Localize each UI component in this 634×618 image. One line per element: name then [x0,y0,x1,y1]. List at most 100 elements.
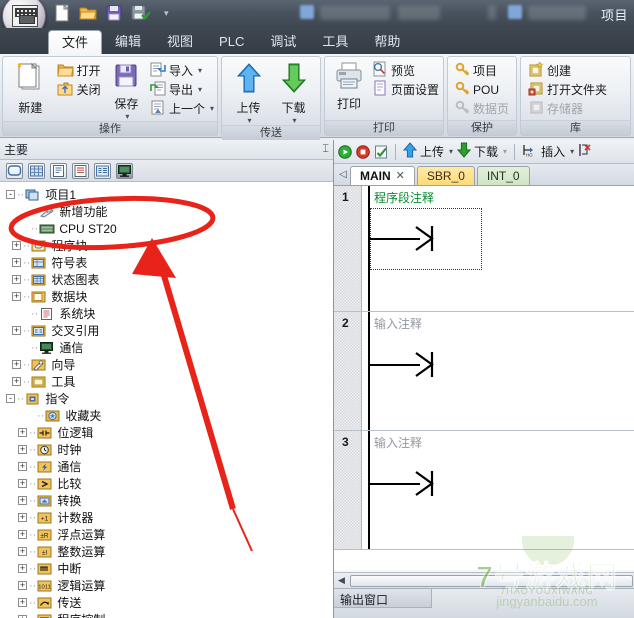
expander-icon[interactable]: + [12,258,21,267]
expander-icon[interactable]: - [6,190,15,199]
save-icon[interactable] [104,3,124,23]
tree-item-tools[interactable]: + ·· 工具 [4,373,333,390]
page-setup-button[interactable]: 页面设置 [369,80,439,99]
protect-pou-button[interactable]: POU [452,80,512,99]
import-button[interactable]: 导入 ▾ [147,61,213,80]
tree-item-status-chart[interactable]: + ·· 状态图表 [4,271,333,288]
tree-item-interrupt[interactable]: + ·· 中断 [4,560,333,577]
new-icon[interactable] [52,3,72,23]
tree-item-instructions[interactable]: - ·· 指令 [4,390,333,407]
previous-dropdown-icon[interactable]: ▾ [210,104,214,113]
previous-button[interactable]: 上一个 ▾ [147,99,214,118]
network-comment[interactable]: 输入注释 [374,434,422,451]
import-dropdown-icon[interactable]: ▾ [198,66,202,75]
qat-more-icon[interactable]: ▾ [164,8,169,19]
run-icon[interactable] [338,144,352,159]
cross-reference-icon[interactable] [94,162,111,179]
tree-item-system-block[interactable]: ·· 系统块 [4,305,333,322]
expander-icon[interactable]: - [6,394,15,403]
close-button[interactable]: 关闭 [54,80,106,99]
editor-upload-button[interactable]: 上传 ▾ [402,142,453,161]
tree-item-cpu-st20[interactable]: ·· CPU ST20 [4,220,333,237]
expander-icon[interactable]: + [12,360,21,369]
tree-item-program-control[interactable]: + ·· 程序控制 [4,611,333,618]
expander-icon[interactable]: + [18,513,27,522]
upload-dropdown-icon[interactable]: ▾ [247,116,251,125]
network-2[interactable]: 2 输入注释 [334,312,634,431]
tree-item-integer-math[interactable]: + ·· ±I 整数运算 [4,543,333,560]
save-as-icon[interactable] [130,3,151,23]
expander-icon[interactable]: + [18,479,27,488]
compile-icon[interactable] [374,145,388,159]
editor-download-button[interactable]: 下载 ▾ [456,142,507,161]
data-block-icon[interactable] [50,162,67,179]
tree-item-cross-reference[interactable]: + ·· 交叉引用 [4,322,333,339]
close-icon[interactable]: ✕ [396,167,405,185]
export-dropdown-icon[interactable]: ▾ [198,85,202,94]
upload-dropdown-icon[interactable]: ▾ [449,147,453,156]
network-3[interactable]: 3 输入注释 [334,431,634,550]
expander-icon[interactable]: + [18,547,27,556]
editor-tab-sbr0[interactable]: SBR_0 [416,166,475,185]
editor-delete-button[interactable] [578,142,592,161]
tree-item-communications[interactable]: ·· 通信 [4,339,333,356]
tree-item-move[interactable]: + ·· 传送 [4,594,333,611]
download-dropdown-icon[interactable]: ▾ [292,116,296,125]
tree-item-new-features[interactable]: ·· 新增功能 [4,203,333,220]
tree-item-convert[interactable]: + ·· 转换 [4,492,333,509]
download-button[interactable]: 下载 ▾ [271,60,316,125]
tree-item-wizard[interactable]: + ·· 向导 [4,356,333,373]
ribbon-tab-view[interactable]: 视图 [154,30,206,54]
tree-item-logic-math[interactable]: + ·· 1011 逻辑运算 [4,577,333,594]
ribbon-tab-debug[interactable]: 调试 [257,30,309,54]
tree-item-project1[interactable]: - ·· 项目1 [4,186,333,203]
ribbon-tab-tools[interactable]: 工具 [309,30,361,54]
program-block-icon[interactable] [6,162,23,179]
expander-icon[interactable]: + [18,598,27,607]
expander-icon[interactable]: + [18,462,27,471]
pin-icon[interactable]: ⌶ [322,143,329,156]
status-chart-icon[interactable] [72,162,89,179]
expander-icon[interactable]: + [18,428,27,437]
library-create-button[interactable]: 创建 [525,60,626,80]
open-button[interactable]: 打开 [54,61,106,80]
expander-icon[interactable]: + [18,564,27,573]
expander-icon[interactable]: + [12,377,21,386]
expander-icon[interactable]: + [18,445,27,454]
tab-scroll-left-icon[interactable]: ◁ [336,165,350,185]
open-icon[interactable] [78,3,98,23]
export-button[interactable]: 导出 ▾ [147,80,213,99]
editor-insert-button[interactable]: HO 插入 ▾ [522,142,574,161]
communications-icon[interactable] [116,162,133,179]
download-dropdown-icon[interactable]: ▾ [503,147,507,156]
expander-icon[interactable]: + [12,275,21,284]
ladder-diagram-area[interactable]: 1 程序段注释 2 输入注释 3 输入注释 [334,186,634,570]
ribbon-tab-help[interactable]: 帮助 [361,30,413,54]
expander-icon[interactable]: + [12,292,21,301]
tree-item-favorites[interactable]: ·· 收藏夹 [4,407,333,424]
tree-item-clock[interactable]: + ·· 时钟 [4,441,333,458]
protect-project-button[interactable]: 项目 [452,61,512,80]
expander-icon[interactable]: + [18,496,27,505]
library-open-folder-button[interactable]: 打开文件夹 [525,80,626,99]
project-tree[interactable]: - ·· 项目1 ·· 新增功能 ·· CPU ST20 + ·· 程序块 + … [0,182,333,618]
ribbon-tab-edit[interactable]: 编辑 [102,30,154,54]
scrollbar-thumb[interactable] [350,574,633,587]
tree-item-float-math[interactable]: + ·· ±R 浮点运算 [4,526,333,543]
network-comment[interactable]: 输入注释 [374,315,422,332]
tree-item-bit-logic[interactable]: + ·· 位逻辑 [4,424,333,441]
network-1[interactable]: 1 程序段注释 [334,186,634,312]
symbol-table-icon[interactable] [28,162,45,179]
insert-dropdown-icon[interactable]: ▾ [570,147,574,156]
print-button[interactable]: 打印 [329,60,369,112]
expander-icon[interactable]: + [12,241,21,250]
new-button[interactable]: 新建 [7,60,54,116]
tree-item-communications-instr[interactable]: + ·· 通信 [4,458,333,475]
stop-icon[interactable] [356,144,370,159]
upload-button[interactable]: 上传 ▾ [226,60,271,125]
network-comment[interactable]: 程序段注释 [374,189,434,206]
editor-horizontal-scrollbar[interactable]: ◀ [334,572,634,588]
ribbon-tab-plc[interactable]: PLC [206,30,257,54]
tree-item-symbol-table[interactable]: + ·· 符号表 [4,254,333,271]
tree-item-data-block[interactable]: + ·· 数据块 [4,288,333,305]
